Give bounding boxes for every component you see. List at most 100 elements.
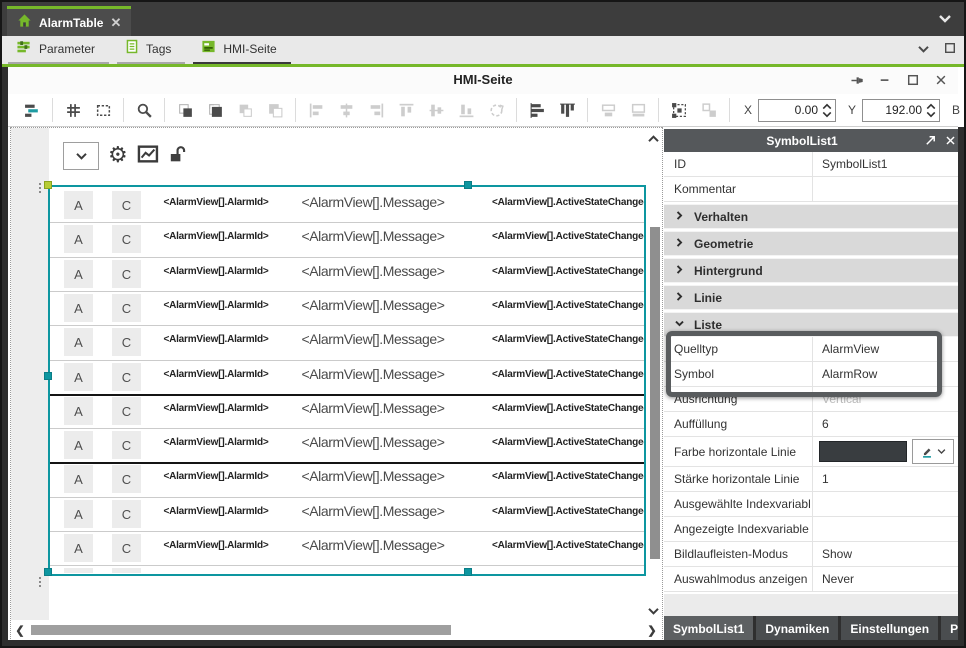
coord-input-x[interactable]: 0.00 (758, 99, 836, 122)
property-row-ausrichtung[interactable]: AusrichtungVertical (664, 387, 960, 412)
clear-button[interactable]: C (112, 568, 141, 573)
selection-handle-bottom[interactable] (464, 568, 472, 576)
close-icon[interactable] (932, 71, 950, 89)
section-geometrie[interactable]: Geometrie (664, 231, 960, 256)
ack-button[interactable]: A (64, 225, 93, 253)
ack-button[interactable]: A (64, 260, 93, 288)
toolbar-grid-icon[interactable] (62, 99, 84, 121)
selection-handle-origin[interactable] (44, 181, 52, 189)
tab-tags[interactable]: Tags (117, 36, 185, 64)
panel-close-icon[interactable] (940, 135, 960, 146)
clear-button[interactable]: C (112, 431, 141, 459)
alarm-row[interactable]: AC<AlarmView[].AlarmId><AlarmView[].Mess… (50, 360, 644, 394)
scroll-down-icon[interactable] (645, 604, 661, 618)
toolbar-distribute-horizontal-icon[interactable] (526, 99, 548, 121)
maximize-view-icon[interactable] (944, 41, 956, 59)
alarm-row[interactable]: AC<AlarmView[].AlarmId><AlarmView[].Mess… (50, 565, 644, 573)
spinner-arrows-icon[interactable] (822, 103, 832, 118)
clear-button[interactable]: C (112, 294, 141, 322)
selection-handle-bottom-left[interactable] (44, 568, 52, 576)
toolbar-zoom-icon[interactable] (133, 99, 155, 121)
view-tab-overflow-button[interactable] (917, 41, 930, 59)
clear-button[interactable]: C (112, 534, 141, 562)
toolbar-bring-forward-icon[interactable] (174, 99, 196, 121)
color-swatch[interactable] (819, 441, 907, 462)
clear-button[interactable]: C (112, 225, 141, 253)
panel-tab-dynamiken[interactable]: Dynamiken (756, 616, 838, 641)
horizontal-scrollbar[interactable]: ❮ ❯ (13, 621, 661, 639)
clear-button[interactable]: C (112, 260, 141, 288)
scroll-up-icon[interactable] (645, 131, 661, 145)
property-row-kommentar[interactable]: Kommentar (664, 177, 960, 202)
property-row-bildlaufleisten-modus[interactable]: Bildlaufleisten-ModusShow (664, 542, 960, 567)
lock-open-icon[interactable] (168, 144, 186, 169)
section-linie[interactable]: Linie (664, 285, 960, 310)
property-row-ausgewählte-indexvariabl[interactable]: Ausgewählte Indexvariabl (664, 492, 960, 517)
spinner-arrows-icon[interactable] (926, 103, 936, 118)
toolbar-select-frame-icon[interactable] (668, 99, 690, 121)
horizontal-scrollbar-thumb[interactable] (31, 625, 451, 635)
maximize-icon[interactable] (904, 71, 922, 89)
clear-button[interactable]: C (112, 328, 141, 356)
ack-button[interactable]: A (64, 328, 93, 356)
alarm-row[interactable]: AC<AlarmView[].AlarmId><AlarmView[].Mess… (50, 325, 644, 359)
section-hintergrund[interactable]: Hintergrund (664, 258, 960, 283)
clear-button[interactable]: C (112, 500, 141, 528)
property-row-stärke-horizontale-linie[interactable]: Stärke horizontale Linie1 (664, 467, 960, 492)
ack-button[interactable]: A (64, 397, 93, 425)
toolbar-bring-to-front-icon[interactable] (204, 99, 226, 121)
toolbar-widget-tree-icon[interactable] (21, 99, 43, 121)
ack-button[interactable]: A (64, 500, 93, 528)
clear-button[interactable]: C (112, 363, 141, 391)
clear-button[interactable]: C (112, 397, 141, 425)
alarm-row[interactable]: AC<AlarmView[].AlarmId><AlarmView[].Mess… (50, 222, 644, 256)
property-row-auffüllung[interactable]: Auffüllung6 (664, 412, 960, 437)
panel-tab-symbollist1[interactable]: SymbolList1 (664, 616, 753, 641)
coord-input-y[interactable]: 192.00 (862, 99, 940, 122)
alarm-row[interactable]: AC<AlarmView[].AlarmId><AlarmView[].Mess… (50, 188, 644, 222)
trend-icon[interactable] (137, 144, 159, 169)
ack-button[interactable]: A (64, 191, 93, 219)
property-row-symbol[interactable]: SymbolAlarmRow (664, 362, 960, 387)
alarm-row[interactable]: AC<AlarmView[].AlarmId><AlarmView[].Mess… (50, 462, 644, 496)
toolbar-distribute-vertical-icon[interactable] (556, 99, 578, 121)
document-tab-close-icon[interactable]: ✕ (110, 15, 121, 31)
alarm-row[interactable]: AC<AlarmView[].AlarmId><AlarmView[].Mess… (50, 428, 644, 462)
ack-button[interactable]: A (64, 363, 93, 391)
vertical-scrollbar-thumb[interactable] (650, 227, 660, 559)
color-edit-button[interactable] (912, 439, 954, 464)
section-verhalten[interactable]: Verhalten (664, 204, 960, 229)
toolbar-page-frame-icon[interactable] (92, 99, 114, 121)
clear-button[interactable]: C (112, 191, 141, 219)
scroll-left-icon[interactable]: ❮ (13, 624, 27, 637)
minimize-icon[interactable] (876, 71, 894, 89)
document-tab-alarmtable[interactable]: AlarmTable ✕ (7, 6, 131, 36)
pin-icon[interactable] (848, 71, 866, 89)
property-row-auswahlmodus-anzeigen[interactable]: Auswahlmodus anzeigenNever (664, 567, 960, 592)
selection-handle-top[interactable] (464, 181, 472, 189)
page-canvas[interactable]: ⚙ AC<AlarmView[].AlarmId><AlarmView[].Me… (10, 127, 662, 641)
ack-button[interactable]: A (64, 431, 93, 459)
symbollist-widget[interactable]: AC<AlarmView[].AlarmId><AlarmView[].Mess… (50, 188, 644, 573)
alarm-row[interactable]: AC<AlarmView[].AlarmId><AlarmView[].Mess… (50, 497, 644, 531)
property-row-id[interactable]: IDSymbolList1 (664, 152, 960, 177)
property-row-farbe-horizontale-linie[interactable]: Farbe horizontale Linie (664, 437, 960, 467)
alarm-row[interactable]: AC<AlarmView[].AlarmId><AlarmView[].Mess… (50, 394, 644, 428)
clear-button[interactable]: C (112, 465, 141, 493)
section-liste[interactable]: Liste (664, 312, 960, 337)
tab-parameter[interactable]: Parameter (8, 36, 109, 64)
panel-tab-einstellungen[interactable]: Einstellungen (841, 616, 938, 641)
scroll-right-icon[interactable]: ❯ (645, 624, 659, 637)
tab-hmi-seite[interactable]: HMI-Seite (193, 36, 290, 64)
ack-button[interactable]: A (64, 534, 93, 562)
ack-button[interactable]: A (64, 568, 93, 573)
alarm-row[interactable]: AC<AlarmView[].AlarmId><AlarmView[].Mess… (50, 291, 644, 325)
ack-button[interactable]: A (64, 465, 93, 493)
alarm-row[interactable]: AC<AlarmView[].AlarmId><AlarmView[].Mess… (50, 531, 644, 565)
selection-handle-left[interactable] (44, 372, 52, 380)
property-row-quelltyp[interactable]: QuelltypAlarmView (664, 337, 960, 362)
alarm-row[interactable]: AC<AlarmView[].AlarmId><AlarmView[].Mess… (50, 257, 644, 291)
popout-icon[interactable] (920, 134, 940, 147)
gear-icon[interactable]: ⚙ (108, 145, 128, 167)
widget-dropdown[interactable] (63, 142, 99, 170)
